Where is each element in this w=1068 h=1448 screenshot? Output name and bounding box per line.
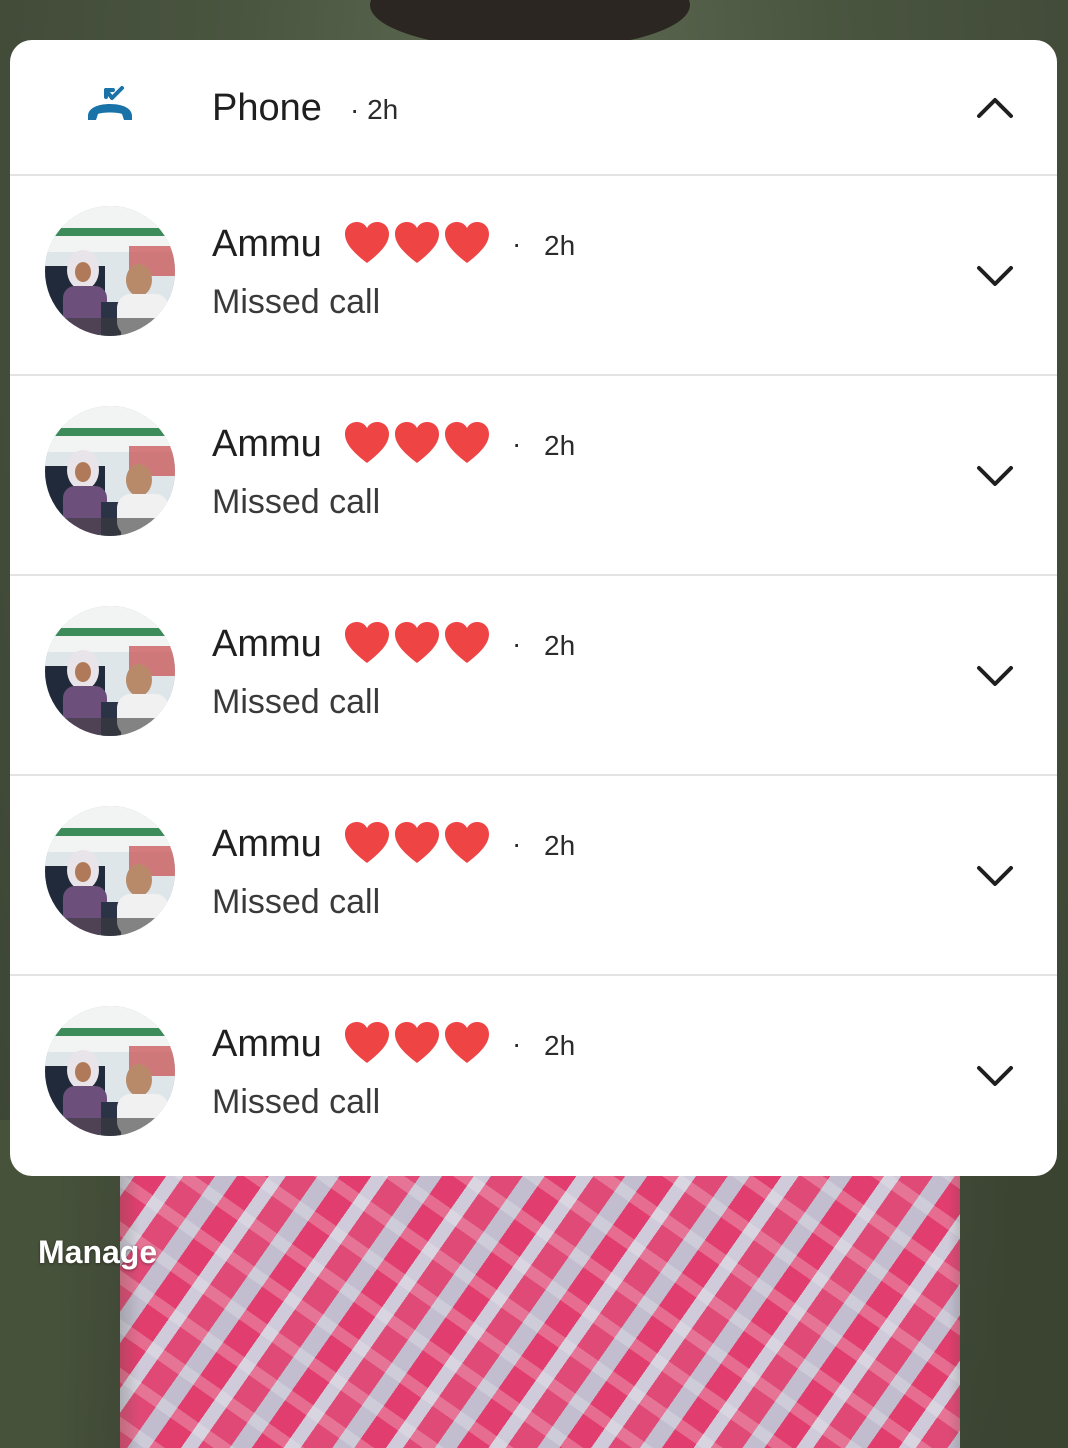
avatar xyxy=(45,606,175,736)
notification-timestamp: 2h xyxy=(544,630,576,661)
chevron-down-icon[interactable] xyxy=(973,1054,1017,1098)
heart-emoji-icon xyxy=(444,621,490,669)
notification-status: Missed call xyxy=(212,883,381,921)
notification-status: Missed call xyxy=(212,483,381,521)
heart-emoji-group xyxy=(344,1021,490,1069)
heart-emoji-icon xyxy=(394,1021,440,1069)
notification-item[interactable]: Ammu · 2h Missed call xyxy=(10,576,1057,776)
notification-item[interactable]: Ammu · 2h Missed call xyxy=(10,976,1057,1176)
heart-emoji-icon xyxy=(344,821,390,869)
contact-name: Ammu xyxy=(212,623,322,665)
heart-emoji-icon xyxy=(394,221,440,269)
heart-emoji-group xyxy=(344,821,490,869)
avatar xyxy=(45,206,175,336)
heart-emoji-icon xyxy=(444,421,490,469)
chevron-down-icon[interactable] xyxy=(973,454,1017,498)
heart-emoji-icon xyxy=(344,621,390,669)
notification-item[interactable]: Ammu · 2h Missed call xyxy=(10,776,1057,976)
chevron-up-icon[interactable] xyxy=(973,86,1017,130)
notification-status: Missed call xyxy=(212,683,381,721)
heart-emoji-group xyxy=(344,421,490,469)
notification-status: Missed call xyxy=(212,1083,381,1121)
heart-emoji-icon xyxy=(344,221,390,269)
contact-name: Ammu xyxy=(212,1023,322,1065)
missed-call-icon xyxy=(84,86,136,126)
notification-list: Ammu · 2h Missed call Ammu · 2h Missed c… xyxy=(10,176,1057,1176)
notification-timestamp: 2h xyxy=(544,830,576,861)
contact-name: Ammu xyxy=(212,823,322,865)
notification-timestamp: 2h xyxy=(544,1030,576,1061)
heart-emoji-icon xyxy=(444,221,490,269)
contact-name: Ammu xyxy=(212,423,322,465)
notification-status: Missed call xyxy=(212,283,381,321)
app-name: Phone xyxy=(212,87,322,129)
avatar xyxy=(45,406,175,536)
heart-emoji-icon xyxy=(394,821,440,869)
notification-group[interactable]: Phone · 2h Ammu · 2h Missed call Ammu · … xyxy=(10,40,1057,1176)
heart-emoji-icon xyxy=(394,621,440,669)
notification-timestamp: 2h xyxy=(544,230,576,261)
manage-button[interactable]: Manage xyxy=(38,1230,157,1274)
chevron-down-icon[interactable] xyxy=(973,254,1017,298)
avatar xyxy=(45,806,175,936)
separator-dot: · xyxy=(512,428,522,459)
heart-emoji-group xyxy=(344,221,490,269)
chevron-down-icon[interactable] xyxy=(973,654,1017,698)
heart-emoji-icon xyxy=(394,421,440,469)
heart-emoji-icon xyxy=(444,1021,490,1069)
lock-screen: Phone · 2h Ammu · 2h Missed call Ammu · … xyxy=(0,0,1068,1448)
notification-item[interactable]: Ammu · 2h Missed call xyxy=(10,376,1057,576)
heart-emoji-icon xyxy=(344,421,390,469)
notification-group-header[interactable]: Phone · 2h xyxy=(10,40,1057,176)
separator-dot: · xyxy=(512,1028,522,1059)
notification-item[interactable]: Ammu · 2h Missed call xyxy=(10,176,1057,376)
separator-dot: · xyxy=(512,828,522,859)
avatar xyxy=(45,1006,175,1136)
contact-name: Ammu xyxy=(212,223,322,265)
separator-dot: · xyxy=(512,228,522,259)
group-timestamp: · 2h xyxy=(350,94,399,125)
chevron-down-icon[interactable] xyxy=(973,854,1017,898)
heart-emoji-icon xyxy=(344,1021,390,1069)
heart-emoji-icon xyxy=(444,821,490,869)
heart-emoji-group xyxy=(344,621,490,669)
separator-dot: · xyxy=(512,628,522,659)
notification-timestamp: 2h xyxy=(544,430,576,461)
